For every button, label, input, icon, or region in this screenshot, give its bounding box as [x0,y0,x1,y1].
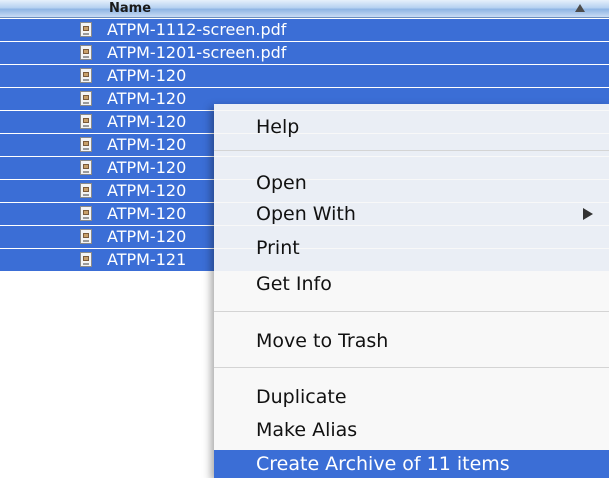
submenu-arrow-icon [583,208,593,220]
menu-item-move-to-trash[interactable]: Move to Trash [214,329,609,353]
menu-item-open-with[interactable]: Open With [214,202,609,226]
menu-item-label: Print [256,237,300,259]
sort-ascending-icon[interactable] [575,4,585,12]
menu-separator [214,367,609,368]
menu-separator [214,311,609,312]
file-name: ATPM-120 [107,181,187,200]
pdf-file-icon [80,252,92,267]
pdf-file-icon [80,91,92,106]
file-row[interactable]: ATPM-1112-screen.pdf [0,19,609,41]
pdf-file-icon [80,22,92,37]
menu-item-label: Open With [256,203,356,225]
pdf-file-icon [80,68,92,83]
context-menu: Help Open Open With Print Get Info Move … [214,104,609,478]
menu-item-label: Move to Trash [256,330,389,352]
pdf-file-icon [80,137,92,152]
menu-item-open[interactable]: Open [214,171,609,195]
file-name: ATPM-1112-screen.pdf [107,20,287,39]
pdf-file-icon [80,229,92,244]
menu-item-create-archive[interactable]: Create Archive of 11 items [214,450,609,478]
column-header[interactable]: Name [0,0,609,18]
menu-item-get-info[interactable]: Get Info [214,272,609,296]
menu-item-make-alias[interactable]: Make Alias [214,418,609,442]
menu-item-duplicate[interactable]: Duplicate [214,385,609,409]
menu-item-help[interactable]: Help [214,115,609,139]
file-row[interactable]: ATPM-1201-screen.pdf [0,42,609,64]
file-row[interactable]: ATPM-120 [0,65,609,87]
file-name: ATPM-120 [107,89,187,108]
pdf-file-icon [80,114,92,129]
pdf-file-icon [80,160,92,175]
file-name: ATPM-120 [107,112,187,131]
pdf-file-icon [80,183,92,198]
menu-item-label: Help [256,116,300,138]
menu-separator [214,150,609,151]
name-column-header[interactable]: Name [109,0,151,18]
file-name: ATPM-120 [107,66,187,85]
menu-item-label: Make Alias [256,419,358,441]
file-name: ATPM-1201-screen.pdf [107,43,287,62]
file-name: ATPM-120 [107,227,187,246]
file-name: ATPM-121 [107,250,187,269]
file-name: ATPM-120 [107,204,187,223]
menu-item-label: Get Info [256,273,332,295]
file-name: ATPM-120 [107,135,187,154]
menu-item-label: Open [256,172,307,194]
menu-item-label: Duplicate [256,386,347,408]
pdf-file-icon [80,206,92,221]
menu-item-print[interactable]: Print [214,236,609,260]
file-name: ATPM-120 [107,158,187,177]
pdf-file-icon [80,45,92,60]
menu-item-label: Create Archive of 11 items [256,453,510,475]
